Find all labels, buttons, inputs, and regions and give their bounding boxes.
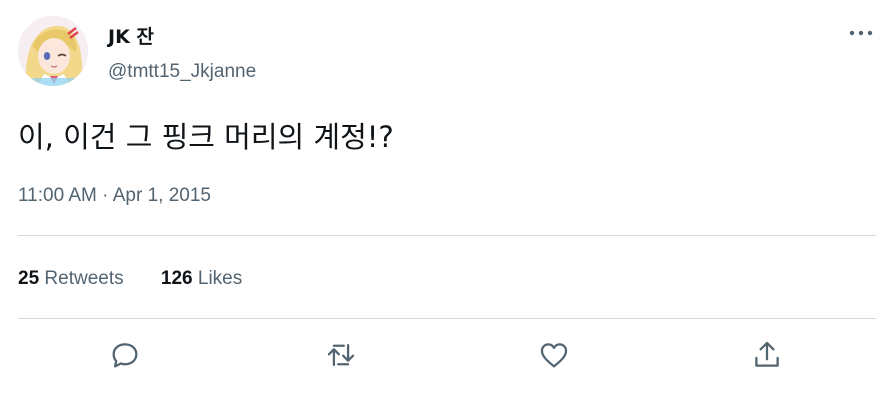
tweet-card: JK 잔 @tmtt15_Jkjanne 이, 이건 그 핑크 머리의 계정!?… [0,0,894,409]
timestamp-separator: · [102,185,109,206]
divider [18,235,876,236]
avatar-image [18,16,88,86]
retweet-icon[interactable] [324,338,358,372]
retweets-count: 25 [18,268,40,289]
tweet-date[interactable]: Apr 1, 2015 [113,185,211,206]
likes-count: 126 [160,268,193,289]
avatar[interactable] [18,16,88,86]
likes-label: Likes [197,268,243,289]
divider [18,318,876,319]
share-icon[interactable] [750,338,784,372]
display-name[interactable]: JK 잔 [108,25,154,49]
retweets-stat[interactable]: 25 Retweets [18,266,124,292]
tweet-timestamp: 11:00 AM · Apr 1, 2015 [18,184,211,208]
more-options-icon[interactable] [846,22,876,44]
user-handle[interactable]: @tmtt15_Jkjanne [108,60,256,84]
reply-icon[interactable] [108,338,142,372]
tweet-text: 이, 이건 그 핑크 머리의 계정!? [18,120,394,154]
tweet-time[interactable]: 11:00 AM [18,185,97,206]
retweets-label: Retweets [44,268,124,289]
heart-icon[interactable] [537,338,571,372]
likes-stat[interactable]: 126 Likes [161,266,242,292]
tweet-stats: 25 Retweets 126 Likes [18,266,274,292]
